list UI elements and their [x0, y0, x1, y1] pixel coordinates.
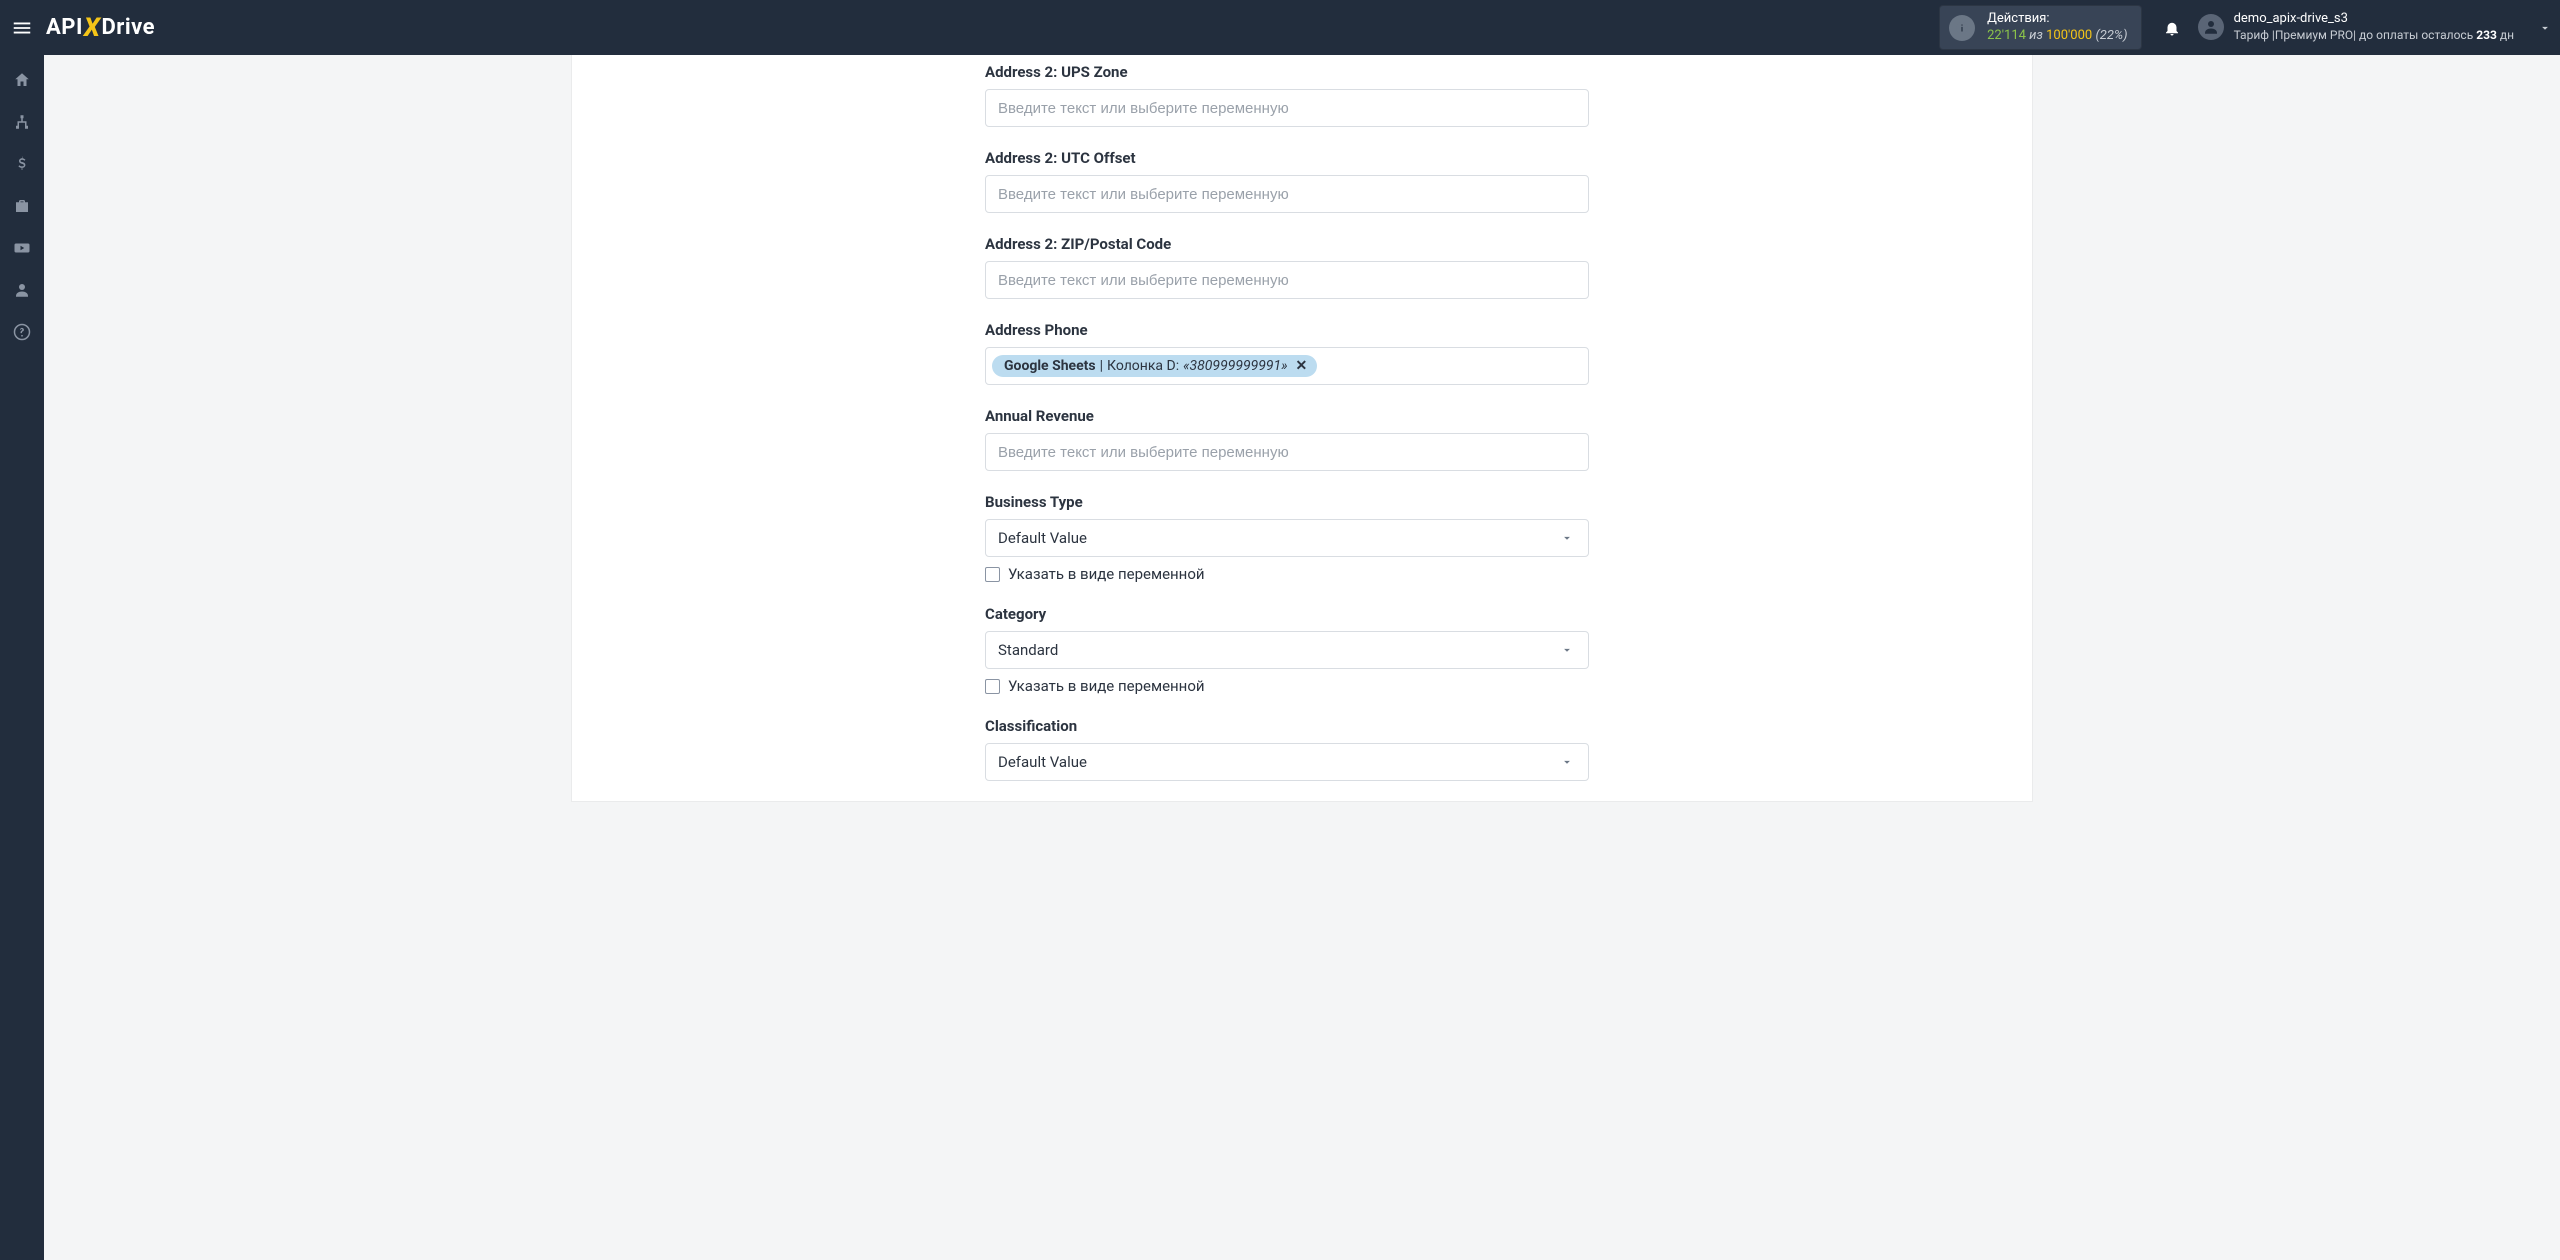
username: demo_apix-drive_s3 [2234, 11, 2514, 28]
checkbox-label-business-type: Указать в виде переменной [1008, 565, 1205, 583]
sidebar-item-home[interactable] [0, 59, 44, 101]
bell-icon [2163, 19, 2181, 37]
actions-max: 100'000 [2046, 28, 2092, 43]
app-header: APIXDrive Действия: 22'114 из 100'000 (2… [0, 0, 2560, 55]
field-category: Category Standard Указать в виде перемен… [985, 605, 1589, 695]
logo-text: APIXDrive [46, 13, 155, 43]
youtube-icon [13, 239, 31, 257]
chevron-down-icon [1560, 643, 1574, 657]
actions-quota-box[interactable]: Действия: 22'114 из 100'000 (22%) [1939, 5, 2141, 51]
field-address-phone: Address Phone Google Sheets | Колонка D:… [985, 321, 1589, 385]
avatar-icon [2198, 14, 2224, 40]
actions-pct: (22%) [2095, 28, 2127, 43]
actions-iz: из [2029, 28, 2043, 43]
checkbox-business-type[interactable] [985, 567, 1000, 582]
home-icon [13, 71, 31, 89]
tariff-line: Тариф |Премиум PRO| до оплаты осталось 2… [2234, 28, 2514, 44]
checkbox-label-category: Указать в виде переменной [1008, 677, 1205, 695]
tag-remove-button[interactable]: ✕ [1292, 358, 1308, 374]
chevron-down-icon [1560, 755, 1574, 769]
user-info: demo_apix-drive_s3 Тариф |Премиум PRO| д… [2234, 11, 2514, 43]
select-classification-value: Default Value [998, 753, 1087, 771]
label-annual-revenue: Annual Revenue [985, 407, 1589, 425]
sidebar-item-help[interactable] [0, 311, 44, 353]
label-classification: Classification [985, 717, 1589, 735]
field-classification: Classification Default Value [985, 717, 1589, 781]
info-icon [1949, 15, 1975, 41]
field-zip: Address 2: ZIP/Postal Code [985, 235, 1589, 299]
label-business-type: Business Type [985, 493, 1589, 511]
notifications-button[interactable] [2152, 19, 2192, 37]
checkbox-category[interactable] [985, 679, 1000, 694]
tag-source: Google Sheets [1004, 358, 1096, 374]
input-zip[interactable] [985, 261, 1589, 299]
user-menu-chevron[interactable] [2530, 21, 2560, 35]
user-menu[interactable]: demo_apix-drive_s3 Тариф |Премиум PRO| д… [2192, 11, 2530, 43]
sidebar-item-billing[interactable] [0, 143, 44, 185]
sidebar-item-video[interactable] [0, 227, 44, 269]
sidebar-nav [0, 55, 44, 1260]
sitemap-icon [13, 113, 31, 131]
chevron-down-icon [1560, 531, 1574, 545]
label-category: Category [985, 605, 1589, 623]
checkbox-row-business-type: Указать в виде переменной [985, 565, 1589, 583]
field-ups-zone: Address 2: UPS Zone [985, 63, 1589, 127]
menu-toggle-button[interactable] [0, 0, 44, 55]
field-utc-offset: Address 2: UTC Offset [985, 149, 1589, 213]
actions-quota-text: Действия: 22'114 из 100'000 (22%) [1987, 11, 2127, 45]
input-annual-revenue[interactable] [985, 433, 1589, 471]
select-category[interactable]: Standard [985, 631, 1589, 669]
form-panel: Address 2: UPS Zone Address 2: UTC Offse… [572, 55, 2032, 801]
select-business-type[interactable]: Default Value [985, 519, 1589, 557]
sidebar-item-workspace[interactable] [0, 185, 44, 227]
question-icon [13, 323, 31, 341]
user-icon [13, 281, 31, 299]
dollar-icon [13, 155, 31, 173]
input-address-phone[interactable]: Google Sheets | Колонка D: «380999999991… [985, 347, 1589, 385]
label-address-phone: Address Phone [985, 321, 1589, 339]
tag-column: Колонка D: [1107, 358, 1179, 374]
field-annual-revenue: Annual Revenue [985, 407, 1589, 471]
label-utc-offset: Address 2: UTC Offset [985, 149, 1589, 167]
select-classification[interactable]: Default Value [985, 743, 1589, 781]
briefcase-icon [13, 197, 31, 215]
actions-used: 22'114 [1987, 28, 2026, 43]
input-utc-offset[interactable] [985, 175, 1589, 213]
sidebar-item-connections[interactable] [0, 101, 44, 143]
select-business-type-value: Default Value [998, 529, 1087, 547]
variable-tag: Google Sheets | Колонка D: «380999999991… [992, 355, 1317, 377]
chevron-down-icon [2538, 21, 2552, 35]
input-ups-zone[interactable] [985, 89, 1589, 127]
label-ups-zone: Address 2: UPS Zone [985, 63, 1589, 81]
hamburger-icon [11, 17, 33, 39]
label-zip: Address 2: ZIP/Postal Code [985, 235, 1589, 253]
main-content: Address 2: UPS Zone Address 2: UTC Offse… [44, 55, 2560, 1260]
tag-value: «380999999991» [1183, 358, 1287, 374]
app-logo[interactable]: APIXDrive [44, 0, 155, 55]
select-category-value: Standard [998, 641, 1058, 659]
actions-label: Действия: [1987, 11, 2127, 28]
sidebar-item-account[interactable] [0, 269, 44, 311]
field-business-type: Business Type Default Value Указать в ви… [985, 493, 1589, 583]
checkbox-row-category: Указать в виде переменной [985, 677, 1589, 695]
